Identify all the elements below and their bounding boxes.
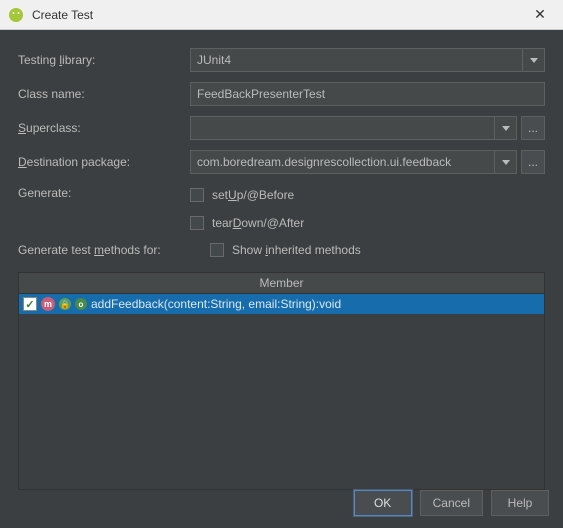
dialog-title: Create Test — [32, 8, 525, 22]
cancel-button[interactable]: Cancel — [420, 490, 483, 516]
chevron-down-icon — [522, 49, 544, 71]
testing-library-label: Testing library: — [18, 53, 190, 67]
ok-button[interactable]: OK — [354, 490, 412, 516]
app-icon — [8, 7, 24, 23]
destination-value: com.boredream.designrescollection.ui.fee… — [197, 155, 451, 169]
class-name-value: FeedBackPresenterTest — [197, 87, 325, 101]
close-button[interactable]: ✕ — [525, 6, 555, 23]
teardown-checkbox[interactable] — [190, 216, 204, 230]
member-table-body[interactable]: ✓ m 🔒 o addFeedback(content:String, emai… — [19, 294, 544, 489]
generate-methods-label: Generate test methods for: — [18, 243, 190, 257]
destination-combo[interactable]: com.boredream.designrescollection.ui.fee… — [190, 150, 517, 174]
setup-label: setUp/@Before — [212, 188, 294, 202]
testing-library-combo[interactable]: JUnit4 — [190, 48, 545, 72]
table-row[interactable]: ✓ m 🔒 o addFeedback(content:String, emai… — [19, 294, 544, 314]
teardown-label: tearDown/@After — [212, 216, 304, 230]
member-text: addFeedback(content:String, email:String… — [91, 297, 341, 311]
lock-icon: 🔒 — [59, 298, 71, 310]
method-icon: m — [41, 297, 55, 311]
class-name-input[interactable]: FeedBackPresenterTest — [190, 82, 545, 106]
member-column-header: Member — [19, 273, 544, 294]
show-inherited-label: Show inherited methods — [232, 243, 361, 257]
dialog-content: Testing library: JUnit4 Class name: Feed… — [0, 30, 563, 490]
superclass-label: Superclass: — [18, 121, 190, 135]
testing-library-value: JUnit4 — [197, 53, 231, 67]
destination-browse-button[interactable]: ... — [521, 150, 545, 174]
generate-label: Generate: — [18, 184, 190, 234]
superclass-browse-button[interactable]: ... — [521, 116, 545, 140]
show-inherited-checkbox[interactable] — [210, 243, 224, 257]
titlebar: Create Test ✕ — [0, 0, 563, 30]
button-bar: OK Cancel Help — [0, 478, 563, 528]
chevron-down-icon — [494, 117, 516, 139]
row-checkbox[interactable]: ✓ — [23, 297, 37, 311]
member-table: Member ✓ m 🔒 o addFeedback(content:Strin… — [18, 272, 545, 490]
destination-label: Destination package: — [18, 155, 190, 169]
setup-checkbox[interactable] — [190, 188, 204, 202]
superclass-combo[interactable] — [190, 116, 517, 140]
help-button[interactable]: Help — [491, 490, 549, 516]
chevron-down-icon — [494, 151, 516, 173]
class-name-label: Class name: — [18, 87, 190, 101]
override-icon: o — [75, 298, 87, 310]
